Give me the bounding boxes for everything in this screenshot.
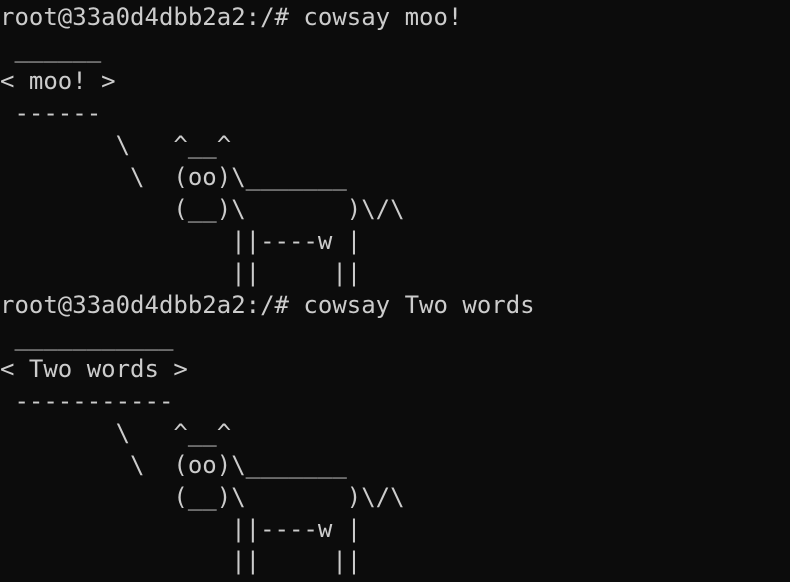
cow-art-line: \ ^__^ <box>0 419 232 447</box>
cow-art-line: ||----w | <box>0 515 362 543</box>
cow-art-line: || || <box>0 259 362 287</box>
cow-art-line: \ (oo)\_______ <box>0 163 347 191</box>
cow-art-line: \ ^__^ <box>0 131 232 159</box>
prompt-line: root@33a0d4dbb2a2:/# cowsay moo! <box>0 3 463 31</box>
cow-art-line: (__)\ )\/\ <box>0 483 405 511</box>
cow-art-line: ||----w | <box>0 227 362 255</box>
cow-art-line: \ (oo)\_______ <box>0 451 347 479</box>
speech-bubble-bottom: ------ <box>0 99 102 127</box>
cow-art-line: (__)\ )\/\ <box>0 195 405 223</box>
speech-bubble-text: < moo! > <box>0 67 116 95</box>
speech-bubble-top: ___________ <box>0 323 174 351</box>
speech-bubble-bottom: ----------- <box>0 387 174 415</box>
prompt-line: root@33a0d4dbb2a2:/# cowsay Two words <box>0 291 535 319</box>
speech-bubble-top: ______ <box>0 35 102 63</box>
cow-art-line: || || <box>0 547 362 575</box>
speech-bubble-text: < Two words > <box>0 355 188 383</box>
terminal-window[interactable]: root@33a0d4dbb2a2:/# cowsay moo! ______ … <box>0 0 790 582</box>
